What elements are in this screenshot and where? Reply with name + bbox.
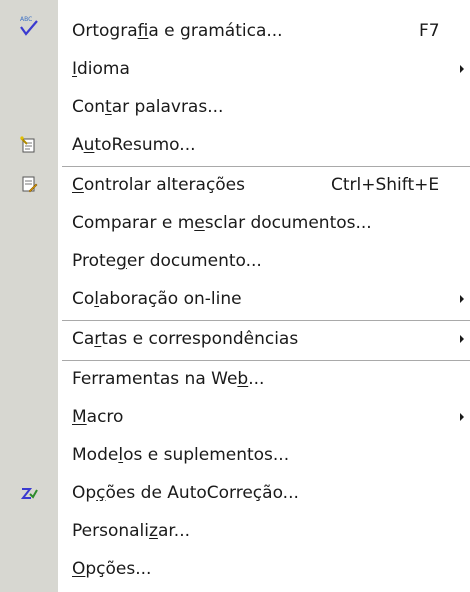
- menu-item-protect-document[interactable]: Proteger documento...: [0, 244, 470, 280]
- menu-item-word-count[interactable]: Contar palavras...: [0, 90, 470, 126]
- submenu-arrow-icon: [460, 335, 464, 343]
- menu-item-track-changes[interactable]: Controlar alterações Ctrl+Shift+E: [0, 168, 470, 204]
- submenu-arrow-icon: [460, 65, 464, 73]
- autocorrect-icon: [20, 485, 38, 503]
- autosummarize-icon: [20, 136, 38, 154]
- menu-item-language[interactable]: Idioma: [0, 52, 470, 88]
- menu-item-online-collaboration[interactable]: Colaboração on-line: [0, 282, 470, 318]
- menu-item-templates-addins[interactable]: Modelos e suplementos...: [0, 438, 470, 474]
- menu-item-autosummarize[interactable]: AutoResumo...: [0, 128, 470, 164]
- submenu-arrow-icon: [460, 413, 464, 421]
- spelling-check-icon: ABC: [18, 14, 40, 42]
- shortcut-ctrl-shift-e: Ctrl+Shift+E: [331, 175, 440, 195]
- menu-item-macro[interactable]: Macro: [0, 400, 470, 436]
- tools-menu: ABC Ortografia e gramática... F7 Idioma …: [0, 0, 470, 592]
- menu-item-compare-merge[interactable]: Comparar e mesclar documentos...: [0, 206, 470, 242]
- menu-item-web-tools[interactable]: Ferramentas na Web...: [0, 362, 470, 398]
- menu-item-letters-mailings[interactable]: Cartas e correspondências: [0, 322, 470, 358]
- menu-item-autocorrect-options[interactable]: Opções de AutoCorreção...: [0, 476, 470, 512]
- track-changes-icon: [20, 175, 38, 193]
- shortcut-f7: F7: [419, 21, 440, 41]
- submenu-arrow-icon: [460, 295, 464, 303]
- svg-text:ABC: ABC: [20, 16, 32, 23]
- menu-separator: [62, 166, 470, 167]
- menu-separator: [62, 360, 470, 361]
- menu-item-spelling-grammar[interactable]: ABC Ortografia e gramática... F7: [0, 14, 470, 50]
- menu-item-customize[interactable]: Personalizar...: [0, 514, 470, 550]
- menu-separator: [62, 320, 470, 321]
- menu-item-options[interactable]: Opções...: [0, 552, 470, 588]
